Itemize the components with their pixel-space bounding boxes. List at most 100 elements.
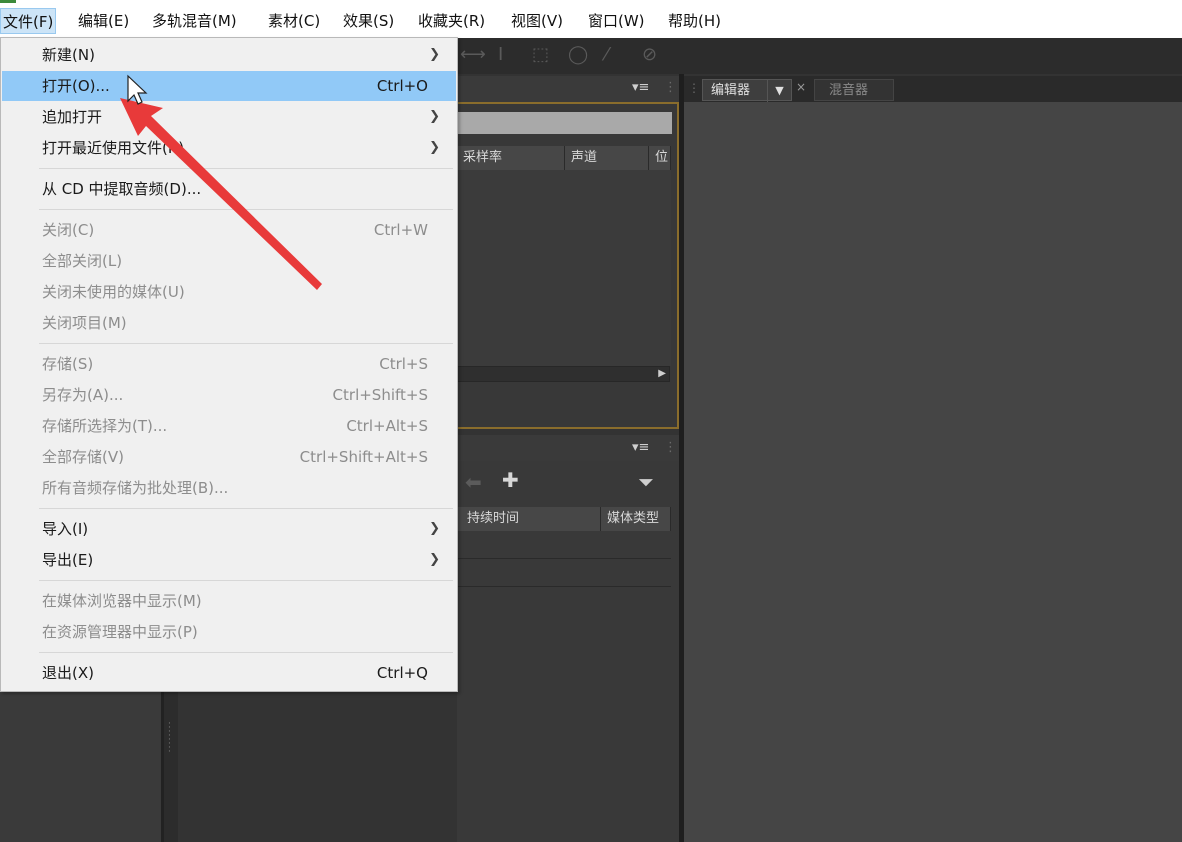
editor-panel[interactable] bbox=[684, 102, 1182, 842]
submenu-arrow-icon: ❯ bbox=[429, 47, 440, 62]
files-search-input[interactable] bbox=[457, 112, 672, 134]
menu-item-reveal-explorer[interactable]: 在资源管理器中显示(P) bbox=[2, 617, 456, 647]
tab-mixer[interactable]: 混音器 bbox=[814, 79, 894, 101]
menu-item-label: 存储(S) bbox=[42, 355, 94, 373]
menu-item-label: 新建(N) bbox=[42, 46, 95, 64]
menu-file[interactable]: 文件(F) bbox=[0, 8, 57, 34]
tab-editor[interactable]: 编辑器 ▼ bbox=[702, 79, 792, 102]
editor-grip-icon[interactable]: ⋮ bbox=[688, 81, 700, 95]
table-row bbox=[457, 558, 671, 559]
menu-separator bbox=[39, 580, 453, 581]
menu-item-shortcut: Ctrl+O bbox=[376, 77, 428, 95]
toolbar bbox=[457, 38, 1182, 74]
submenu-arrow-icon: ❯ bbox=[429, 521, 440, 536]
menu-item-label: 打开(O)... bbox=[42, 77, 110, 95]
menu-item-export[interactable]: 导出(E) ❯ bbox=[2, 545, 456, 575]
left-panel bbox=[0, 690, 164, 842]
scroll-right-icon[interactable]: ▶ bbox=[658, 367, 666, 381]
media-panel-grip-icon[interactable]: ⋮ bbox=[664, 440, 677, 455]
menu-item-label: 导出(E) bbox=[42, 551, 94, 569]
table-row bbox=[457, 586, 671, 587]
menu-effects[interactable]: 效果(S) bbox=[341, 8, 396, 34]
tab-editor-label: 编辑器 bbox=[711, 83, 751, 98]
menu-item-close[interactable]: 关闭(C) Ctrl+W bbox=[2, 215, 456, 245]
menu-item-save-all[interactable]: 全部存储(V) Ctrl+Shift+Alt+S bbox=[2, 442, 456, 472]
menu-item-label: 在资源管理器中显示(P) bbox=[42, 623, 198, 641]
filter-icon[interactable]: ⏷ bbox=[638, 470, 654, 494]
menu-item-label: 退出(X) bbox=[42, 664, 94, 682]
menu-item-reveal-media-browser[interactable]: 在媒体浏览器中显示(M) bbox=[2, 586, 456, 616]
files-panel-grip-icon[interactable]: ⋮ bbox=[664, 80, 677, 95]
marquee-tool-icon[interactable]: ⬚ bbox=[532, 44, 549, 65]
menu-item-close-session[interactable]: 关闭项目(M) bbox=[2, 308, 456, 338]
menu-view[interactable]: 视图(V) bbox=[509, 8, 565, 34]
column-media-type[interactable]: 媒体类型 bbox=[601, 507, 671, 531]
text-cursor-tool-icon[interactable]: I bbox=[498, 44, 503, 65]
menu-item-save-all-batch[interactable]: 所有音频存储为批处理(B)... bbox=[2, 473, 456, 503]
menu-item-label: 所有音频存储为批处理(B)... bbox=[42, 479, 229, 497]
menu-item-save-as[interactable]: 另存为(A)... Ctrl+Shift+S bbox=[2, 380, 456, 410]
column-bits[interactable]: 位 bbox=[649, 146, 671, 170]
menu-item-label: 在媒体浏览器中显示(M) bbox=[42, 592, 202, 610]
file-menu-dropdown: 新建(N) ❯ 打开(O)... Ctrl+O 追加打开 ❯ 打开最近使用文件(… bbox=[0, 37, 458, 692]
menu-item-open[interactable]: 打开(O)... Ctrl+O bbox=[2, 71, 456, 101]
menu-item-close-all[interactable]: 全部关闭(L) bbox=[2, 246, 456, 276]
menu-separator bbox=[39, 508, 453, 509]
menu-item-label: 关闭(C) bbox=[42, 221, 95, 239]
media-panel-menu-icon[interactable]: ▾≡ bbox=[632, 440, 649, 455]
files-horizontal-scrollbar[interactable]: ▶ bbox=[457, 366, 670, 382]
menu-item-label: 从 CD 中提取音频(D)... bbox=[42, 180, 202, 198]
menu-item-append-open[interactable]: 追加打开 ❯ bbox=[2, 102, 456, 132]
menu-item-label: 关闭项目(M) bbox=[42, 314, 127, 332]
submenu-arrow-icon: ❯ bbox=[429, 109, 440, 124]
menu-item-extract-cd[interactable]: 从 CD 中提取音频(D)... bbox=[2, 174, 456, 204]
lasso-tool-icon[interactable]: ◯ bbox=[568, 44, 588, 65]
left-panel-divider[interactable] bbox=[164, 690, 178, 842]
menu-separator bbox=[39, 209, 453, 210]
menu-help[interactable]: 帮助(H) bbox=[666, 8, 723, 34]
menu-item-save[interactable]: 存储(S) Ctrl+S bbox=[2, 349, 456, 379]
files-list[interactable] bbox=[457, 170, 671, 366]
menu-item-shortcut: Ctrl+Q bbox=[376, 664, 428, 682]
menu-item-exit[interactable]: 退出(X) Ctrl+Q bbox=[2, 658, 456, 688]
brush-tool-icon[interactable]: ⁄ bbox=[605, 44, 608, 65]
menu-item-save-selection[interactable]: 存储所选择为(T)... Ctrl+Alt+S bbox=[2, 411, 456, 441]
menu-item-label: 另存为(A)... bbox=[42, 386, 124, 404]
column-channels[interactable]: 声道 bbox=[565, 146, 649, 170]
menu-edit[interactable]: 编辑(E) bbox=[76, 8, 131, 34]
menu-item-label: 全部存储(V) bbox=[42, 448, 124, 466]
menu-separator bbox=[39, 343, 453, 344]
menu-multitrack[interactable]: 多轨混音(M) bbox=[150, 8, 239, 34]
menu-clip[interactable]: 素材(C) bbox=[266, 8, 322, 34]
submenu-arrow-icon: ❯ bbox=[429, 552, 440, 567]
menu-separator bbox=[39, 652, 453, 653]
menu-favorites[interactable]: 收藏夹(R) bbox=[416, 8, 487, 34]
menu-item-open-recent[interactable]: 打开最近使用文件(R) ❯ bbox=[2, 133, 456, 163]
close-tab-icon[interactable]: × bbox=[796, 80, 806, 94]
menu-item-close-unused[interactable]: 关闭未使用的媒体(U) bbox=[2, 277, 456, 307]
menu-bar: 文件(F) 编辑(E) 多轨混音(M) 素材(C) 效果(S) 收藏夹(R) 视… bbox=[0, 0, 1182, 38]
time-selection-tool-icon[interactable]: ⟷ bbox=[460, 44, 486, 65]
column-sample-rate[interactable]: 采样率 bbox=[457, 146, 565, 170]
add-shortcut-icon[interactable]: ✚ bbox=[502, 468, 519, 492]
menu-window[interactable]: 窗口(W) bbox=[586, 8, 647, 34]
menu-item-shortcut: Ctrl+Shift+Alt+S bbox=[299, 448, 428, 466]
files-panel-menu-icon[interactable]: ▾≡ bbox=[632, 80, 649, 95]
menu-item-label: 存储所选择为(T)... bbox=[42, 417, 168, 435]
menu-item-shortcut: Ctrl+S bbox=[379, 355, 428, 373]
menu-item-new[interactable]: 新建(N) ❯ bbox=[2, 40, 456, 70]
menu-item-shortcut: Ctrl+Alt+S bbox=[346, 417, 428, 435]
menu-item-label: 关闭未使用的媒体(U) bbox=[42, 283, 185, 301]
menu-item-shortcut: Ctrl+W bbox=[373, 221, 428, 239]
app-icon bbox=[0, 0, 16, 3]
tab-dropdown-icon[interactable]: ▼ bbox=[767, 80, 791, 102]
panel-resize-grip-icon[interactable]: · · · · · · · · bbox=[168, 720, 174, 757]
menu-item-import[interactable]: 导入(I) ❯ bbox=[2, 514, 456, 544]
tab-mixer-label: 混音器 bbox=[829, 83, 869, 98]
spot-healing-tool-icon[interactable]: ⊘ bbox=[642, 44, 657, 65]
menu-item-label: 导入(I) bbox=[42, 520, 89, 538]
menu-item-label: 追加打开 bbox=[42, 108, 103, 126]
menu-item-label: 打开最近使用文件(R) bbox=[42, 139, 185, 157]
column-duration[interactable]: 持续时间 bbox=[457, 507, 601, 531]
back-arrow-icon[interactable]: ⬅ bbox=[465, 470, 482, 494]
